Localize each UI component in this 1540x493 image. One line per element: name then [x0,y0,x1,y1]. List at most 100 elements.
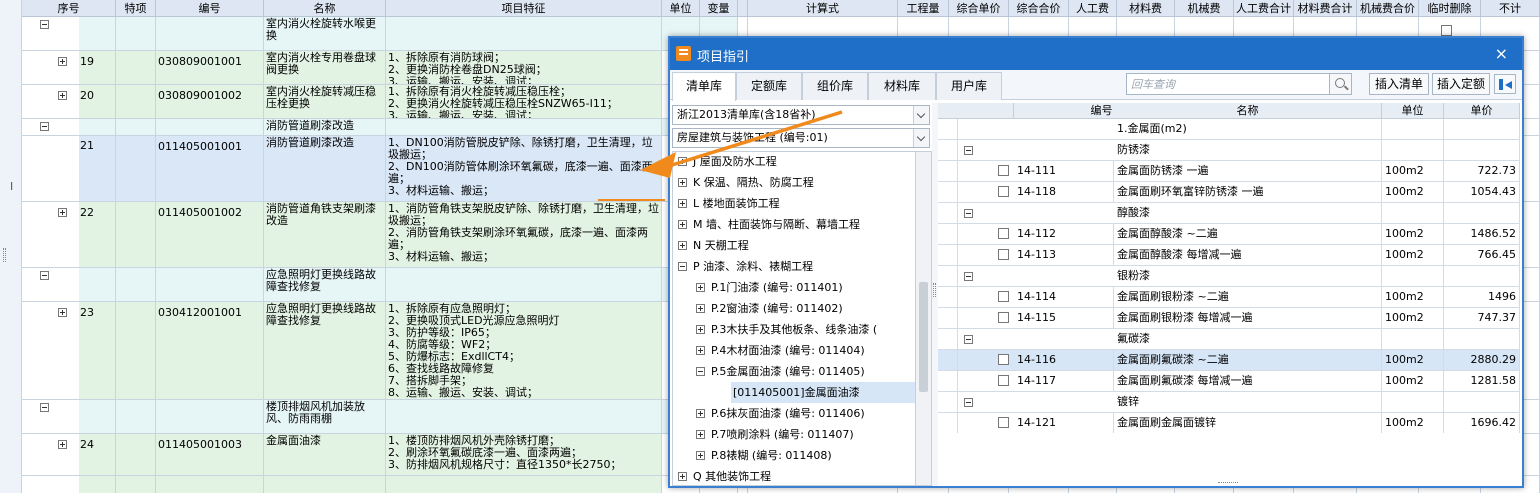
tab-material[interactable]: 材料库 [868,72,936,100]
collapse-icon[interactable] [964,209,973,218]
row-checkbox[interactable] [998,249,1009,260]
expand-icon[interactable] [678,178,687,187]
code-cell[interactable] [156,268,264,301]
code-cell[interactable]: 011405001002 [156,202,264,267]
row-checkbox[interactable] [998,291,1009,302]
expand-icon[interactable] [678,199,687,208]
code-cell[interactable] [156,119,264,135]
column-header[interactable]: 机械费 [1175,0,1234,17]
collapse-icon[interactable] [678,262,687,271]
name-cell[interactable]: 室内消火栓旋转水喉更换 [264,17,386,50]
row-seq-cell[interactable] [22,268,116,301]
row-seq-cell[interactable] [22,400,116,433]
column-header[interactable]: 变量 [700,0,738,17]
tree-node[interactable]: L 楼地面装饰工程 [673,193,915,214]
column-header[interactable]: 综合合价 [1009,0,1069,17]
table-header[interactable]: 单位 [1382,103,1444,119]
row-seq-cell[interactable] [22,476,116,493]
collapse-icon[interactable] [964,335,973,344]
code-cell[interactable]: 030412001001 [156,302,264,399]
group-row[interactable]: 防锈漆 [938,140,1520,161]
column-header[interactable]: 名称 [264,0,386,17]
group-row[interactable]: 醇酸漆 [938,203,1520,224]
expand-icon[interactable] [696,346,705,355]
code-cell[interactable] [156,17,264,50]
row-checkbox[interactable] [998,417,1009,428]
expand-icon[interactable] [58,308,67,317]
row-seq-cell[interactable]: 24 [22,434,116,475]
quota-row[interactable]: 14-115 金属面刷银粉漆 每增减一遍 100m2 747.37 [938,308,1520,329]
expand-icon[interactable] [696,304,705,313]
name-cell[interactable]: 室内消火栓专用卷盘球阀更换 [264,51,386,84]
row-seq-cell[interactable] [22,17,116,50]
table-header[interactable]: 单价 [1444,103,1520,119]
search-input[interactable] [1126,73,1330,95]
tree-node[interactable]: P.1门油漆 (编号: 011401) [673,277,915,298]
tab-bill[interactable]: 清单库 [672,72,736,101]
expand-icon[interactable] [58,57,67,66]
tree-node[interactable]: P.2窗油漆 (编号: 011402) [673,298,915,319]
column-header[interactable]: 机械费合价 [1357,0,1419,17]
tree-node[interactable]: K 保温、隔热、防腐工程 [673,172,915,193]
column-header[interactable]: 综合单价 [949,0,1009,17]
code-cell[interactable]: 030809001001 [156,51,264,84]
column-header[interactable]: 不计 [1481,0,1540,17]
feature-cell[interactable]: 1、拆除原有消防球阀； 2、更换消防栓卷盘DN25球阀； 3、运输、搬运、安装、… [386,51,662,84]
column-header[interactable]: 特项 [116,0,156,17]
expand-icon[interactable] [696,409,705,418]
quota-row[interactable]: 14-114 金属面刷银粉漆 ~二遍 100m2 1496 [938,287,1520,308]
tree-scrollbar[interactable] [916,151,932,486]
quota-row[interactable]: 14-112 金属面醇酸漆 ~二遍 100m2 1486.52 [938,224,1520,245]
tab-quota[interactable]: 定额库 [736,72,802,100]
name-cell[interactable] [264,476,386,493]
expand-icon[interactable] [678,241,687,250]
tree-node[interactable]: P.6抹灰面油漆 (编号: 011406) [673,403,915,424]
expand-icon[interactable] [58,91,67,100]
name-cell[interactable]: 金属面油漆 [264,434,386,475]
row-seq-cell[interactable]: 20 [22,85,116,118]
expand-icon[interactable] [678,157,687,166]
column-header[interactable]: 序号 [22,0,116,17]
expand-icon[interactable] [696,325,705,334]
column-header[interactable]: 计算式 [748,0,898,17]
column-header[interactable]: 人工费合计 [1234,0,1294,17]
group-row[interactable]: 氟碳漆 [938,329,1520,350]
collapse-icon[interactable] [964,146,973,155]
column-header[interactable]: 临时删除 [1419,0,1481,17]
name-cell[interactable]: 消防管道角铁支架刷漆改造 [264,202,386,267]
collapse-icon[interactable] [40,20,49,29]
code-cell[interactable] [156,476,264,493]
collapse-icon[interactable] [964,272,973,281]
feature-cell[interactable] [386,119,662,135]
expand-icon[interactable] [58,440,67,449]
name-cell[interactable]: 应急照明灯更换线路故障查找修复 [264,268,386,301]
feature-cell[interactable] [386,400,662,433]
table-header[interactable]: 名称 [1114,103,1382,119]
search-icon[interactable] [1330,73,1352,95]
tree-node[interactable]: P 油漆、涂料、裱糊工程 [673,256,915,277]
scrollbar-thumb[interactable] [919,282,928,392]
quota-row[interactable]: 14-118 金属面刷环氧富锌防锈漆 一遍 100m2 1054.43 [938,182,1520,203]
group-row[interactable]: 银粉漆 [938,266,1520,287]
quota-row[interactable]: 14-116 金属面刷氟碳漆 ~二遍 100m2 2880.29 [938,350,1520,371]
library-select[interactable]: 浙江2013清单库(含18省补) [672,105,930,125]
collapse-icon[interactable] [40,403,49,412]
expand-icon[interactable] [696,451,705,460]
tree-node[interactable]: P.7喷刷涂料 (编号: 011407) [673,424,915,445]
collapse-icon[interactable] [40,122,49,131]
feature-cell[interactable]: 1、楼顶防排烟风机外壳除锈打磨； 2、刷涂环氧氟碳底漆一遍、面漆两遍； 3、防排… [386,434,662,475]
quota-row[interactable]: 14-121 金属面刷金属面镀锌 100m2 1696.42 [938,413,1520,433]
dock-panel-icon[interactable] [1494,74,1516,94]
code-cell[interactable]: 011405001003 [156,434,264,475]
tab-pricing[interactable]: 组价库 [802,72,868,100]
insert-list-button[interactable]: 插入清单 [1369,73,1429,95]
tree-node[interactable]: P.8裱糊 (编号: 011408) [673,445,915,466]
column-header[interactable]: 编号 [156,0,264,17]
row-checkbox[interactable] [998,228,1009,239]
tree-node[interactable]: P.5金属面油漆 (编号: 011405) [673,361,915,382]
column-header[interactable]: 人工费 [1069,0,1117,17]
column-header[interactable]: 工程量 [898,0,949,17]
column-header[interactable]: 材料费合计 [1294,0,1357,17]
dialog-titlebar[interactable]: 项目指引 × [670,38,1522,70]
row-seq-cell[interactable]: 23 [22,302,116,399]
